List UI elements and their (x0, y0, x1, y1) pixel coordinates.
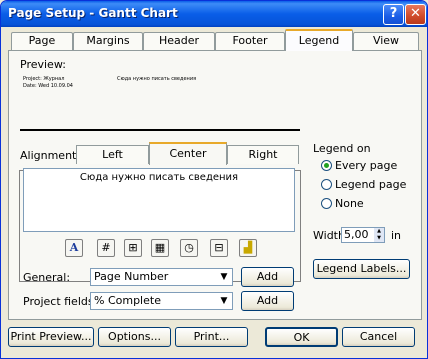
title-bar[interactable]: Page Setup - Gantt Chart ? ✕ (1, 1, 427, 27)
help-button[interactable]: ? (383, 4, 404, 25)
tab-footer[interactable]: Footer (215, 32, 285, 50)
tab-view[interactable]: View (353, 32, 419, 50)
preview-divider (20, 129, 300, 131)
every-page-radio[interactable] (321, 160, 332, 171)
project-fields-add-button[interactable]: Add (241, 291, 294, 311)
window-title: Page Setup - Gantt Chart (8, 6, 178, 20)
general-add-button[interactable]: Add (241, 267, 294, 287)
width-spinner[interactable]: 5,00 ▲ ▼ (341, 227, 385, 243)
preview-date-line: Date: Wed 10.09.04 (23, 83, 73, 89)
preview-project-line: Project: Журнал (23, 76, 65, 82)
alignment-tab-right[interactable]: Right (227, 145, 299, 164)
page-number-icon[interactable]: # (97, 239, 115, 257)
font-icon[interactable]: A (65, 239, 83, 257)
legend-page-radio[interactable] (321, 179, 332, 190)
print-preview-button[interactable]: Print Preview... (8, 327, 94, 347)
alignment-text-area[interactable]: Сюда нужно писать сведения (23, 168, 295, 232)
alignment-label: Alignment: (20, 149, 81, 162)
total-pages-icon[interactable]: ⊞ (124, 239, 142, 257)
insert-picture-icon[interactable]: ▟ (239, 239, 257, 257)
tab-header[interactable]: Header (143, 32, 215, 50)
alignment-tab-center[interactable]: Center (149, 142, 227, 165)
spin-down-icon[interactable]: ▼ (374, 235, 384, 242)
chevron-down-icon[interactable]: ▼ (216, 293, 232, 309)
close-icon: ✕ (410, 6, 421, 21)
project-fields-dropdown[interactable]: % Complete ▼ (90, 292, 233, 310)
width-unit: in (391, 229, 402, 242)
cancel-button[interactable]: Cancel (342, 327, 415, 347)
options-button[interactable]: Options... (98, 327, 171, 347)
every-page-label: Every page (335, 159, 398, 172)
legend-page-label: Legend page (335, 178, 407, 191)
close-button[interactable]: ✕ (405, 4, 426, 25)
legend-on-label: Legend on (313, 142, 371, 155)
none-label: None (335, 197, 364, 210)
none-radio[interactable] (321, 198, 332, 209)
tab-margins[interactable]: Margins (73, 32, 143, 50)
date-icon[interactable]: ▦ (151, 239, 169, 257)
spin-up-icon[interactable]: ▲ (374, 228, 384, 235)
ok-button[interactable]: OK (265, 327, 338, 347)
alignment-tab-left[interactable]: Left (76, 145, 149, 164)
preview-label: Preview: (20, 58, 66, 71)
project-fields-label: Project fields: (23, 295, 98, 308)
preview-center-text: Сюда нужно писать сведения (117, 76, 197, 82)
width-value: 5,00 (344, 228, 369, 241)
chevron-down-icon[interactable]: ▼ (216, 269, 232, 285)
general-value: Page Number (94, 270, 169, 283)
page-setup-dialog: Page Setup - Gantt Chart ? ✕ Page Margin… (0, 0, 428, 359)
legend-labels-button[interactable]: Legend Labels... (313, 259, 410, 279)
file-name-icon[interactable]: ⊟ (210, 239, 228, 257)
general-dropdown[interactable]: Page Number ▼ (90, 268, 233, 286)
project-fields-value: % Complete (94, 294, 161, 307)
general-label: General: (23, 271, 71, 284)
tab-legend[interactable]: Legend (285, 29, 353, 51)
print-button[interactable]: Print... (175, 327, 248, 347)
tab-page[interactable]: Page (11, 32, 73, 50)
time-icon[interactable]: ◷ (180, 239, 198, 257)
help-icon: ? (389, 6, 398, 21)
